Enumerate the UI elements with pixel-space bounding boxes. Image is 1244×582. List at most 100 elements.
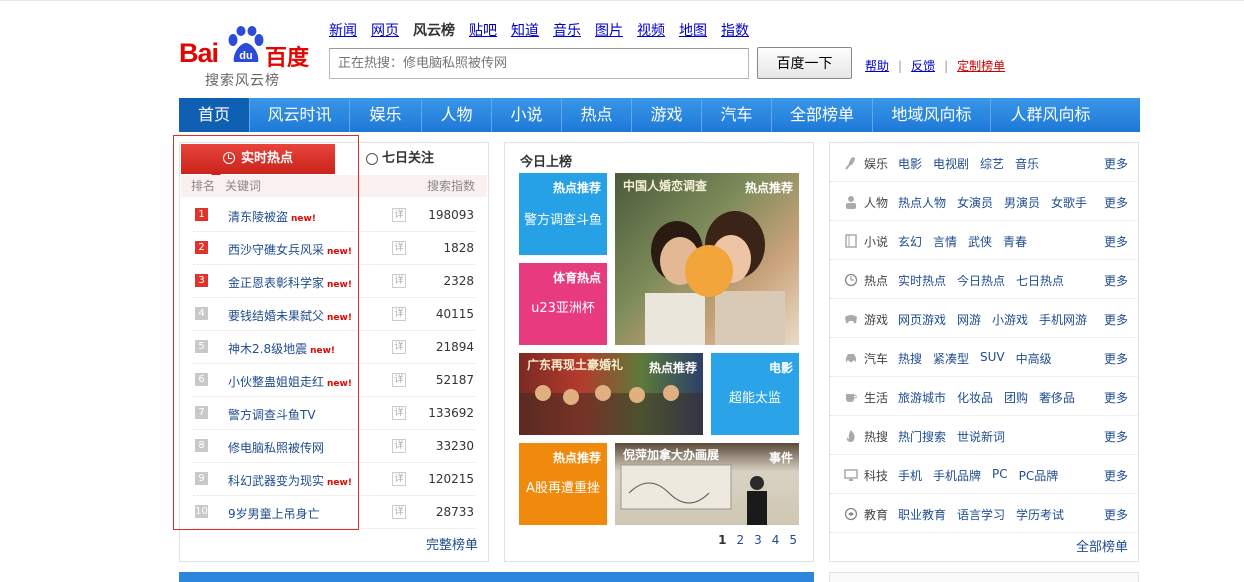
category-sub-link[interactable]: 女演员 <box>957 194 993 211</box>
table-row[interactable]: 7 警方调查斗鱼TV 详 133692 <box>193 397 475 430</box>
category-sub-link[interactable]: 音乐 <box>1015 155 1039 172</box>
category-sub-link[interactable]: 团购 <box>1004 389 1028 406</box>
all-lists-link[interactable]: 全部榜单 <box>1076 536 1128 555</box>
more-link[interactable]: 更多 <box>1104 506 1128 523</box>
detail-icon[interactable]: 详 <box>392 406 406 420</box>
category-name[interactable]: 教育 <box>864 506 888 523</box>
page-1[interactable]: 1 <box>718 533 726 547</box>
more-link[interactable]: 更多 <box>1104 428 1128 445</box>
category-sub-link[interactable]: 言情 <box>933 233 957 250</box>
more-link[interactable]: 更多 <box>1104 467 1128 484</box>
category-sub-link[interactable]: 男演员 <box>1004 194 1040 211</box>
topnav-news[interactable]: 新闻 <box>329 22 357 40</box>
tile-u23[interactable]: 体育热点 u23亚洲杯 <box>519 263 607 345</box>
topnav-video[interactable]: 视频 <box>637 22 665 40</box>
category-name[interactable]: 科技 <box>864 467 888 484</box>
category-sub-link[interactable]: 手机 <box>898 467 922 484</box>
table-row[interactable]: 8 修电脑私照被传网 详 33230 <box>193 430 475 463</box>
nav-news[interactable]: 风云时讯 <box>250 98 350 132</box>
tile-exhibition[interactable]: 倪萍加拿大办画展 事件 <box>615 443 799 525</box>
category-sub-link[interactable]: 今日热点 <box>957 272 1005 289</box>
nav-car[interactable]: 汽车 <box>702 98 772 132</box>
category-sub-link[interactable]: SUV <box>980 350 1005 367</box>
nav-game[interactable]: 游戏 <box>632 98 702 132</box>
category-sub-link[interactable]: 手机品牌 <box>933 467 981 484</box>
nav-ent[interactable]: 娱乐 <box>350 98 422 132</box>
search-input[interactable] <box>330 49 748 78</box>
full-list-link[interactable]: 完整榜单 <box>426 534 478 553</box>
nav-crowd[interactable]: 人群风向标 <box>991 98 1110 132</box>
more-link[interactable]: 更多 <box>1104 350 1128 367</box>
table-row[interactable]: 10 9岁男童上吊身亡 详 28733 <box>193 496 475 529</box>
category-sub-link[interactable]: 中高级 <box>1016 350 1052 367</box>
detail-icon[interactable]: 详 <box>392 340 406 354</box>
keyword-link[interactable]: 9岁男童上吊身亡 <box>228 505 320 522</box>
detail-icon[interactable]: 详 <box>392 505 406 519</box>
category-sub-link[interactable]: 热点人物 <box>898 194 946 211</box>
more-link[interactable]: 更多 <box>1104 311 1128 328</box>
more-link[interactable]: 更多 <box>1104 194 1128 211</box>
detail-icon[interactable]: 详 <box>392 373 406 387</box>
nav-people[interactable]: 人物 <box>422 98 492 132</box>
category-sub-link[interactable]: 网页游戏 <box>898 311 946 328</box>
nav-home[interactable]: 首页 <box>179 98 250 132</box>
category-sub-link[interactable]: 旅游城市 <box>898 389 946 406</box>
topnav-top[interactable]: 风云榜 <box>413 22 455 40</box>
search-button[interactable]: 百度一下 <box>757 47 852 79</box>
table-row[interactable]: 9 科幻武器变为现实 new! 详 120215 <box>193 463 475 496</box>
category-sub-link[interactable]: 网游 <box>957 311 981 328</box>
tile-stock[interactable]: 热点推荐 A股再遭重挫 <box>519 443 607 525</box>
keyword-link[interactable]: 科幻武器变为现实 new! <box>228 472 352 489</box>
nav-all[interactable]: 全部榜单 <box>772 98 873 132</box>
category-sub-link[interactable]: PC <box>992 467 1008 484</box>
keyword-link[interactable]: 要钱结婚未果弑父 new! <box>228 307 352 324</box>
category-sub-link[interactable]: 玄幻 <box>898 233 922 250</box>
page-4[interactable]: 4 <box>772 533 780 547</box>
detail-icon[interactable]: 详 <box>392 307 406 321</box>
detail-icon[interactable]: 详 <box>392 208 406 222</box>
keyword-link[interactable]: 神木2.8级地震 new! <box>228 340 335 357</box>
detail-icon[interactable]: 详 <box>392 274 406 288</box>
page-5[interactable]: 5 <box>789 533 797 547</box>
more-link[interactable]: 更多 <box>1104 389 1128 406</box>
category-sub-link[interactable]: 热门搜索 <box>898 428 946 445</box>
category-sub-link[interactable]: PC品牌 <box>1019 467 1059 484</box>
more-link[interactable]: 更多 <box>1104 155 1128 172</box>
nav-novel[interactable]: 小说 <box>492 98 562 132</box>
keyword-link[interactable]: 清东陵被盗 new! <box>228 208 316 225</box>
category-sub-link[interactable]: 紧凑型 <box>933 350 969 367</box>
topnav-web[interactable]: 网页 <box>371 22 399 40</box>
category-sub-link[interactable]: 青春 <box>1003 233 1027 250</box>
category-sub-link[interactable]: 学历考试 <box>1016 506 1064 523</box>
category-name[interactable]: 人物 <box>864 194 888 211</box>
category-sub-link[interactable]: 语言学习 <box>957 506 1005 523</box>
tile-movie[interactable]: 电影 超能太监 <box>711 353 799 435</box>
detail-icon[interactable]: 详 <box>392 472 406 486</box>
feedback-link[interactable]: 反馈 <box>911 57 935 74</box>
topnav-tieba[interactable]: 贴吧 <box>469 22 497 40</box>
tile-rich-wedding[interactable]: 广东再现土豪婚礼 热点推荐 <box>519 353 703 435</box>
category-name[interactable]: 汽车 <box>864 350 888 367</box>
topnav-zhidao[interactable]: 知道 <box>511 22 539 40</box>
nav-hot[interactable]: 热点 <box>562 98 632 132</box>
category-name[interactable]: 游戏 <box>864 311 888 328</box>
category-sub-link[interactable]: 热搜 <box>898 350 922 367</box>
category-sub-link[interactable]: 武侠 <box>968 233 992 250</box>
more-link[interactable]: 更多 <box>1104 272 1128 289</box>
category-sub-link[interactable]: 职业教育 <box>898 506 946 523</box>
category-name[interactable]: 热搜 <box>864 428 888 445</box>
nav-region[interactable]: 地域风向标 <box>873 98 991 132</box>
topnav-map[interactable]: 地图 <box>679 22 707 40</box>
help-link[interactable]: 帮助 <box>865 57 889 74</box>
category-name[interactable]: 生活 <box>864 389 888 406</box>
page-3[interactable]: 3 <box>754 533 762 547</box>
category-sub-link[interactable]: 电影 <box>898 155 922 172</box>
table-row[interactable]: 2 西沙守礁女兵风采 new! 详 1828 <box>193 232 475 265</box>
topnav-music[interactable]: 音乐 <box>553 22 581 40</box>
baidu-logo[interactable]: Bai du 百度 搜索风云榜 <box>179 22 315 92</box>
category-sub-link[interactable]: 电视剧 <box>933 155 969 172</box>
category-sub-link[interactable]: 化妆品 <box>957 389 993 406</box>
keyword-link[interactable]: 金正恩表彰科学家 new! <box>228 274 352 291</box>
tile-douyu[interactable]: 热点推荐 警方调查斗鱼 <box>519 173 607 255</box>
category-sub-link[interactable]: 奢侈品 <box>1039 389 1075 406</box>
